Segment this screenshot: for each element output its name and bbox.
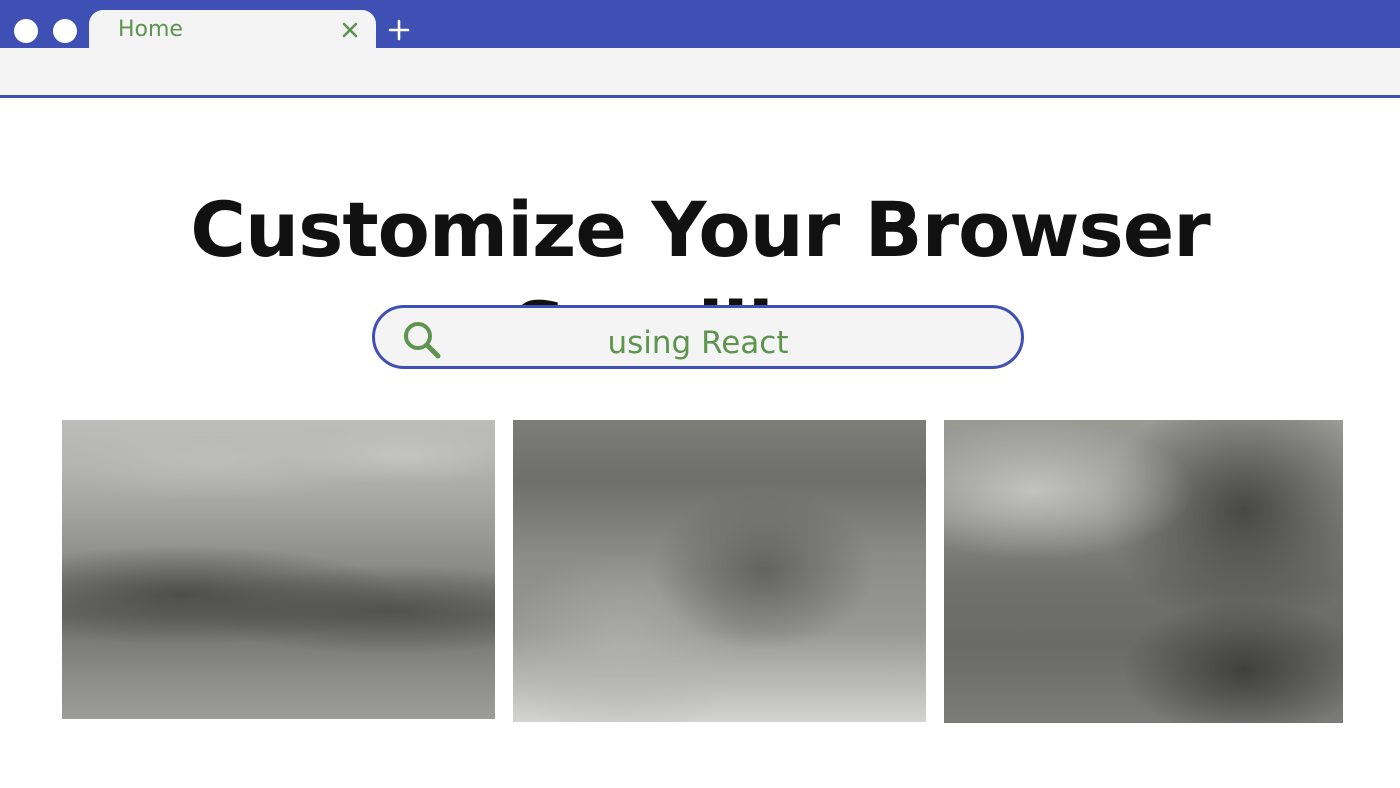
close-icon[interactable] bbox=[342, 22, 358, 38]
browser-titlebar: Home bbox=[0, 0, 1400, 48]
tab-label: Home bbox=[118, 17, 183, 42]
search-value: using React bbox=[607, 325, 789, 361]
window-control-dot[interactable] bbox=[14, 19, 38, 43]
thumbnail-image[interactable] bbox=[944, 420, 1343, 723]
plus-icon[interactable] bbox=[388, 19, 410, 41]
search-input[interactable]: using React bbox=[372, 305, 1024, 369]
window-control-dot[interactable] bbox=[53, 19, 77, 43]
thumbnail-image[interactable] bbox=[62, 420, 495, 719]
tab-home[interactable]: Home bbox=[89, 10, 376, 48]
address-bar[interactable] bbox=[0, 48, 1400, 98]
thumbnail-image[interactable] bbox=[513, 420, 926, 722]
